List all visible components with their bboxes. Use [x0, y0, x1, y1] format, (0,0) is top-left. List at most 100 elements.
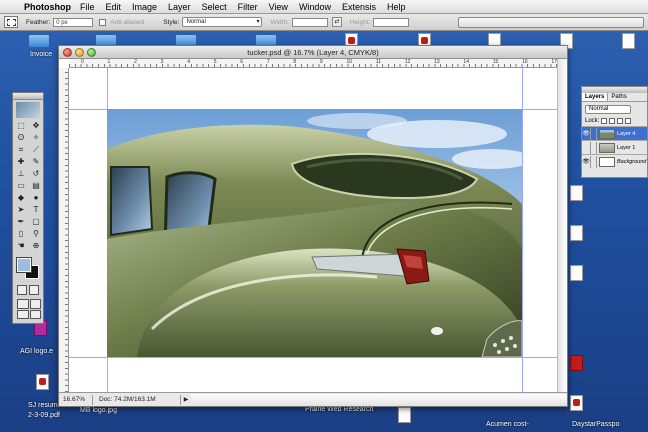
eraser-tool-icon[interactable]: ▭ [14, 180, 28, 191]
tools-palette-header[interactable] [13, 93, 43, 100]
lock-transparency-icon[interactable] [601, 118, 608, 124]
eye-icon[interactable]: 👁 [582, 158, 590, 165]
adobe-online-icon[interactable] [16, 102, 40, 118]
layer-row[interactable]: Layer 1 [582, 140, 647, 154]
zoom-level-field[interactable]: 16.67% [59, 394, 93, 405]
canvas-area[interactable] [69, 68, 557, 392]
standard-mode-button[interactable] [17, 285, 27, 295]
move-tool-icon[interactable]: ✥ [29, 120, 43, 131]
folder-icon[interactable] [28, 34, 50, 48]
history-brush-tool-icon[interactable]: ↺ [29, 168, 43, 179]
brush-link-icon[interactable] [590, 127, 597, 140]
desktop-icon-label[interactable]: 2-3-09.pdf [28, 412, 60, 419]
shape-tool-icon[interactable]: ▢ [29, 216, 43, 227]
menu-view[interactable]: View [269, 2, 288, 12]
desktop-icon-label[interactable]: DaystarPasspo [572, 421, 619, 428]
menu-image[interactable]: Image [132, 2, 157, 12]
palette-well[interactable] [458, 16, 644, 28]
pdf-file-icon[interactable] [570, 395, 583, 411]
tab-paths[interactable]: Paths [608, 93, 629, 101]
blur-tool-icon[interactable]: ◆ [14, 192, 28, 203]
blend-mode-select[interactable]: Normal [585, 105, 631, 114]
lock-all-icon[interactable] [625, 118, 632, 124]
style-select[interactable]: Normal [182, 17, 263, 27]
quick-mask-button[interactable] [29, 285, 39, 295]
slice-tool-icon[interactable]: ⟋ [29, 144, 43, 155]
lasso-tool-icon[interactable]: ʘ [14, 132, 28, 143]
swap-dimensions-icon[interactable]: ⇄ [331, 17, 342, 27]
screen-mode-full-button[interactable] [29, 299, 41, 309]
dodge-tool-icon[interactable]: ● [29, 192, 43, 203]
clone-stamp-tool-icon[interactable]: ⊥ [14, 168, 28, 179]
menu-extensis[interactable]: Extensis [342, 2, 376, 12]
hand-tool-icon[interactable]: ☚ [14, 240, 28, 251]
close-button[interactable] [63, 48, 72, 57]
width-input[interactable] [291, 17, 328, 27]
screen-mode-standard-button[interactable] [17, 299, 29, 309]
brush-link-icon[interactable] [590, 155, 597, 168]
eye-icon[interactable]: 👁 [582, 130, 590, 137]
layers-panel: Layers Paths Normal Lock: 👁 Layer 4 Laye… [581, 86, 648, 178]
crop-tool-icon[interactable]: ⌗ [14, 144, 28, 155]
foreground-color-swatch[interactable] [16, 257, 32, 273]
feather-input[interactable]: 0 px [53, 17, 94, 27]
tab-layers[interactable]: Layers [582, 93, 609, 101]
menu-window[interactable]: Window [299, 2, 331, 12]
zoom-button[interactable] [87, 48, 96, 57]
guide-vertical[interactable] [522, 68, 523, 392]
desktop-icon-label[interactable]: Invoice [30, 51, 52, 58]
jump-to-imageready-button[interactable] [29, 309, 41, 319]
lock-position-icon[interactable] [617, 118, 624, 124]
document-title: tucker.psd @ 16.7% (Layer 4, CMYK/8) [247, 48, 379, 57]
screen-mode-menu-button[interactable] [17, 309, 29, 319]
notes-tool-icon[interactable]: ▯ [14, 228, 28, 239]
eyedropper-tool-icon[interactable]: ⚲ [29, 228, 43, 239]
pdf-file-icon[interactable] [36, 374, 49, 390]
menu-app-name[interactable]: Photoshop [24, 2, 71, 12]
file-icon[interactable] [570, 225, 583, 241]
layer-thumbnail [599, 156, 615, 167]
menu-help[interactable]: Help [387, 2, 406, 12]
desktop-icon-label[interactable]: AGI logo.e [20, 348, 53, 355]
menu-layer[interactable]: Layer [168, 2, 191, 12]
pdf-file-icon[interactable] [570, 355, 583, 371]
status-menu-arrow-icon[interactable]: ▶ [181, 396, 191, 403]
tool-preset-picker[interactable] [4, 16, 18, 28]
path-selection-tool-icon[interactable]: ➤ [14, 204, 28, 215]
menu-file[interactable]: File [80, 2, 95, 12]
type-tool-icon[interactable]: T [29, 204, 43, 215]
guide-horizontal[interactable] [69, 357, 557, 358]
magic-wand-tool-icon[interactable]: ✧ [29, 132, 43, 143]
width-label: Width: [270, 18, 289, 26]
file-icon[interactable] [622, 33, 635, 49]
gradient-tool-icon[interactable]: ▤ [29, 180, 43, 191]
menu-select[interactable]: Select [202, 2, 227, 12]
document-titlebar[interactable]: tucker.psd @ 16.7% (Layer 4, CMYK/8) [59, 46, 567, 59]
lock-pixels-icon[interactable] [609, 118, 616, 124]
layer-row[interactable]: 👁 Layer 4 [582, 126, 647, 140]
height-input[interactable] [373, 17, 410, 27]
brush-tool-icon[interactable]: ✎ [29, 156, 43, 167]
desktop-icon-label[interactable]: Prairie Web Research [305, 406, 373, 413]
file-icon[interactable] [570, 265, 583, 281]
doc-size-info[interactable]: Doc: 74.2M/163.1M [93, 394, 181, 405]
desktop-icon-label[interactable]: Acumen cost- [486, 421, 529, 428]
healing-brush-tool-icon[interactable]: ✚ [14, 156, 28, 167]
pen-tool-icon[interactable]: ✒ [14, 216, 28, 227]
minimize-button[interactable] [75, 48, 84, 57]
file-icon[interactable] [570, 185, 583, 201]
antialiased-checkbox[interactable] [99, 18, 107, 26]
marquee-tool-icon[interactable]: ⬚ [14, 120, 28, 131]
menu-edit[interactable]: Edit [106, 2, 122, 12]
desktop-icon-label[interactable]: MB logo.jpg [80, 407, 117, 414]
layer-row[interactable]: 👁 Background [582, 154, 647, 168]
screen-mode-buttons [17, 299, 41, 319]
desktop-icon-label[interactable]: SJ resume [28, 402, 61, 409]
vertical-ruler[interactable] [59, 68, 69, 392]
vertical-scrollbar[interactable] [557, 59, 567, 392]
menu-filter[interactable]: Filter [238, 2, 258, 12]
file-icon[interactable] [398, 407, 411, 423]
brush-link-icon[interactable] [590, 141, 597, 154]
zoom-tool-icon[interactable]: ⊕ [29, 240, 43, 251]
horizontal-scrollbar[interactable] [191, 393, 567, 406]
